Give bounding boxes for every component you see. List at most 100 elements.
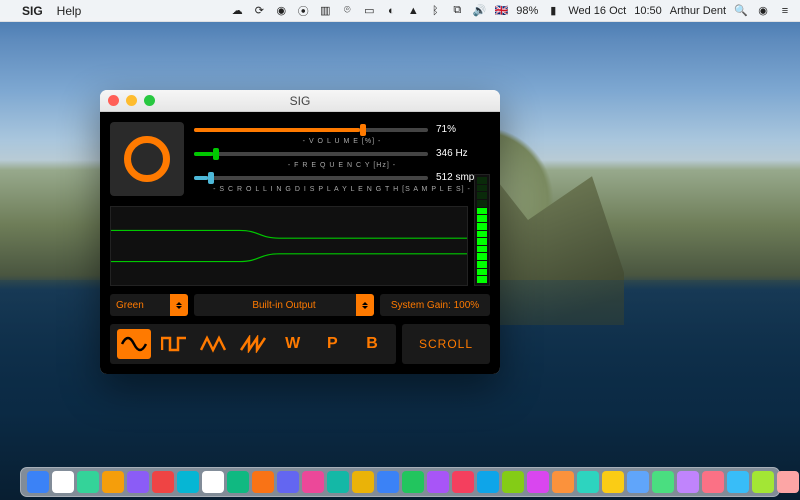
dock-app-icon[interactable] <box>377 471 399 493</box>
menubar-date[interactable]: Wed 16 Oct <box>568 5 626 17</box>
volume-slider[interactable] <box>194 128 428 132</box>
volume-label: - V O L U M E [%] - <box>194 138 490 145</box>
dock-app-icon[interactable] <box>627 471 649 493</box>
dock-app-icon[interactable] <box>152 471 174 493</box>
dock-app-icon[interactable] <box>352 471 374 493</box>
macos-menubar: SIG Help ☁︎ ⟳ ◉ ⦿ ▥ ⌾ ▭ ◐ ▲ ᛒ ⧉ 🔊 🇬🇧 98%… <box>0 0 800 22</box>
dock-app-icon[interactable] <box>577 471 599 493</box>
frequency-slider[interactable] <box>194 152 428 156</box>
meter-segment <box>477 223 487 230</box>
wifi-icon[interactable]: ⧉ <box>450 4 464 18</box>
dock-app-icon[interactable] <box>502 471 524 493</box>
meter-segment <box>477 246 487 253</box>
menu-extra-icon[interactable]: ◐ <box>384 4 398 18</box>
dock-app-icon[interactable] <box>202 471 224 493</box>
output-select[interactable]: Built-in Output <box>194 294 374 316</box>
chevron-updown-icon <box>356 294 374 316</box>
dock-app-icon[interactable] <box>527 471 549 493</box>
dock-app-icon[interactable] <box>127 471 149 493</box>
bluetooth-icon[interactable]: ᛒ <box>428 4 442 18</box>
meter-segment <box>477 253 487 260</box>
sine-wave-button[interactable] <box>117 329 151 359</box>
dock-app-icon[interactable] <box>477 471 499 493</box>
notification-center-icon[interactable]: ≡ <box>778 4 792 18</box>
meter-segment <box>477 231 487 238</box>
dock-app-icon[interactable] <box>702 471 724 493</box>
dock-app-icon[interactable] <box>777 471 799 493</box>
app-menu[interactable]: SIG <box>22 4 43 18</box>
menubar-user[interactable]: Arthur Dent <box>670 5 726 17</box>
samples-slider[interactable] <box>194 176 428 180</box>
sig-window: SIG 71% - V O L U M E [%] - 346 <box>100 90 500 374</box>
dock-app-icon[interactable] <box>677 471 699 493</box>
system-gain-value: System Gain: 100% <box>391 300 479 311</box>
meter-segment <box>477 215 487 222</box>
dock-app-icon[interactable] <box>452 471 474 493</box>
waveform-indicator <box>110 122 184 196</box>
battery-percent[interactable]: 98% <box>516 5 538 17</box>
dock-app-icon[interactable] <box>227 471 249 493</box>
meter-segment <box>477 269 487 276</box>
cloud-icon[interactable]: ☁︎ <box>230 4 244 18</box>
menubar-time[interactable]: 10:50 <box>634 5 662 17</box>
ring-icon <box>124 136 170 182</box>
frequency-label: - F R E Q U E N C Y [Hz] - <box>194 162 490 169</box>
color-select-value: Green <box>116 300 144 311</box>
control-center-icon[interactable]: ◉ <box>756 4 770 18</box>
dock-app-icon[interactable] <box>277 471 299 493</box>
b-wave-button[interactable]: B <box>355 329 389 359</box>
dock-app-icon[interactable] <box>52 471 74 493</box>
meter-segment <box>477 276 487 283</box>
dock-app-icon[interactable] <box>302 471 324 493</box>
frequency-value: 346 Hz <box>436 148 490 159</box>
chevron-updown-icon <box>170 294 188 316</box>
dock-app-icon[interactable] <box>402 471 424 493</box>
menu-extra-icon[interactable]: ⦿ <box>296 4 310 18</box>
dock-app-icon[interactable] <box>752 471 774 493</box>
p-wave-button[interactable]: P <box>315 329 349 359</box>
meter-segment <box>477 261 487 268</box>
system-gain-readout: System Gain: 100% <box>380 294 490 316</box>
menu-extra-icon[interactable]: ⌾ <box>340 4 354 18</box>
meter-segment <box>477 208 487 215</box>
dock-app-icon[interactable] <box>602 471 624 493</box>
sig-app-body: 71% - V O L U M E [%] - 346 Hz - F R E Q… <box>100 112 500 374</box>
color-select[interactable]: Green <box>110 294 188 316</box>
battery-icon[interactable]: ▮ <box>546 4 560 18</box>
scroll-button[interactable]: SCROLL <box>402 324 490 364</box>
dock-app-icon[interactable] <box>102 471 124 493</box>
airplay-icon[interactable]: ▲ <box>406 4 420 18</box>
dock-app-icon[interactable] <box>427 471 449 493</box>
dock-app-icon[interactable] <box>252 471 274 493</box>
flag-icon[interactable]: 🇬🇧 <box>494 4 508 18</box>
dock-app-icon[interactable] <box>727 471 749 493</box>
window-titlebar[interactable]: SIG <box>100 90 500 112</box>
triangle-wave-button[interactable] <box>196 329 230 359</box>
sync-icon[interactable]: ⟳ <box>252 4 266 18</box>
square-wave-button[interactable] <box>157 329 191 359</box>
waveform-button-group: W P B <box>110 324 396 364</box>
meter-segment <box>477 192 487 199</box>
dock-app-icon[interactable] <box>652 471 674 493</box>
volume-value: 71% <box>436 124 490 135</box>
dock-app-icon[interactable] <box>327 471 349 493</box>
level-meter <box>474 174 490 286</box>
help-menu[interactable]: Help <box>57 4 82 18</box>
volume-icon[interactable]: 🔊 <box>472 4 486 18</box>
samples-label: - S C R O L L I N G D I S P L A Y L E N … <box>194 186 490 193</box>
meter-segment <box>477 200 487 207</box>
dock-app-icon[interactable] <box>77 471 99 493</box>
display-icon[interactable]: ▭ <box>362 4 376 18</box>
dock-app-icon[interactable] <box>177 471 199 493</box>
output-select-value: Built-in Output <box>252 300 315 311</box>
macos-dock <box>20 467 780 497</box>
window-title: SIG <box>100 94 500 108</box>
circle-status-icon[interactable]: ◉ <box>274 4 288 18</box>
menu-extra-icon[interactable]: ▥ <box>318 4 332 18</box>
sawtooth-wave-button[interactable] <box>236 329 270 359</box>
dock-app-icon[interactable] <box>552 471 574 493</box>
dock-app-icon[interactable] <box>27 471 49 493</box>
w-wave-button[interactable]: W <box>276 329 310 359</box>
spotlight-icon[interactable]: 🔍 <box>734 4 748 18</box>
meter-segment <box>477 185 487 192</box>
